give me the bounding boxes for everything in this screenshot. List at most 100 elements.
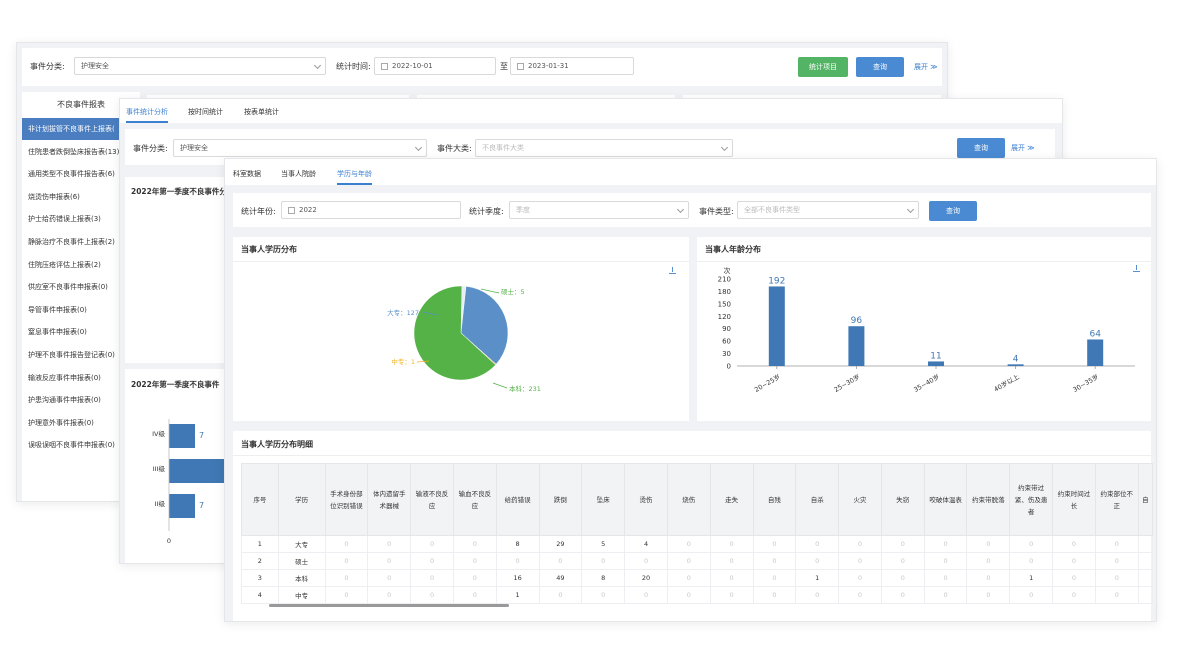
- card-title: 当事人学历分布: [241, 245, 297, 254]
- tab-by-form[interactable]: 按表单统计: [244, 107, 279, 117]
- level-label: III级: [153, 464, 166, 473]
- event-type-label: 事件类型:: [699, 207, 734, 216]
- level-label: II级: [155, 499, 166, 508]
- horizontal-scrollbar[interactable]: [269, 604, 509, 607]
- table-cell: [1137, 569, 1154, 587]
- pie-label: 中专：1: [391, 357, 415, 366]
- age-bar: [848, 326, 865, 366]
- table-cell: 4: [624, 535, 668, 553]
- stat-items-button[interactable]: 统计项目: [798, 57, 848, 77]
- x-tick-label: 30~35岁: [1071, 372, 1100, 394]
- table-header-cell: 序号: [241, 463, 279, 536]
- query-button[interactable]: 查询: [957, 138, 1005, 158]
- divider: [697, 261, 1151, 262]
- tab-event-analysis[interactable]: 事件统计分析: [126, 107, 168, 123]
- event-type-select[interactable]: 全部不良事件类型: [737, 201, 919, 219]
- table-cell: 0: [410, 586, 454, 604]
- table-cell: 0: [624, 552, 668, 570]
- age-card: 当事人年龄分布 次 0 30 60 90 120 150 180 210 192 20~25岁 96 2…: [697, 237, 1151, 421]
- table-cell: 0: [367, 535, 412, 553]
- table-cell: 0: [367, 586, 412, 604]
- card-title: 2022年第一季度不良事件分: [131, 187, 227, 196]
- table-cell: 0: [838, 535, 882, 553]
- date-to-field[interactable]: 2023-01-31: [510, 57, 634, 75]
- event-category-select[interactable]: 护理安全: [173, 139, 427, 157]
- quarter-card-1: 2022年第一季度不良事件分: [125, 177, 229, 363]
- y-tick-label: 210: [718, 276, 731, 284]
- table-row: 4 中专 0 0 0 0 1 0 0 0 0 0 0 0 0 0 0 0 0 0 0: [241, 586, 1154, 604]
- date-from-field[interactable]: 2022-10-01: [374, 57, 496, 75]
- bar-value-label: 96: [851, 316, 863, 326]
- table-header-row: 序号 学历 手术身份部位识别错误 体内遗留手术器械 输液不良反应 输血不良反应 给药错误 跌倒…: [241, 463, 1154, 536]
- table-header-cell: 烫伤: [624, 463, 668, 536]
- table-cell: 0: [1052, 535, 1096, 553]
- table-cell: 0: [795, 535, 840, 553]
- table-cell: 0: [452, 586, 497, 604]
- table-header-cell: 约束带过紧、伤及患者: [1009, 463, 1054, 536]
- table-cell: 0: [966, 569, 1011, 587]
- y-tick-label: 180: [718, 288, 731, 296]
- event-category-label: 事件分类:: [133, 144, 168, 153]
- table-cell: 0: [452, 552, 497, 570]
- pie-label: 大专：127: [387, 308, 419, 317]
- table-cell: 0: [410, 552, 454, 570]
- bar-value-label: 64: [1089, 329, 1101, 339]
- query-button[interactable]: 查询: [929, 201, 977, 221]
- table-cell: 0: [581, 586, 626, 604]
- table-cell: 0: [324, 552, 369, 570]
- tab-education-age[interactable]: 学历与年龄: [337, 169, 372, 185]
- table-header-cell: 坠床: [581, 463, 626, 536]
- tab-by-time[interactable]: 按时间统计: [188, 107, 223, 117]
- table-cell: 0: [709, 535, 754, 553]
- table-header-cell: 自残: [752, 463, 797, 536]
- table-header-cell: 跌倒: [538, 463, 583, 536]
- tab-bar: 事件统计分析 按时间统计 按表单统计: [120, 99, 1062, 123]
- x-tick-label: 20~25岁: [753, 372, 782, 394]
- table-cell: 0: [581, 552, 626, 570]
- level-bar: [169, 424, 195, 448]
- pie-label-line: [492, 382, 508, 389]
- bar-value-label: 4: [1013, 354, 1019, 364]
- expand-link[interactable]: 展开 ≫: [1011, 143, 1035, 153]
- y-tick-label: 90: [722, 325, 731, 333]
- year-field[interactable]: 2022: [281, 201, 461, 219]
- table-cell: 本科: [277, 569, 326, 587]
- chevron-down-icon: [313, 61, 322, 70]
- filter-bar: 事件分类: 护理安全 统计时间: 2022-10-01 至 2023-01-31…: [22, 48, 942, 86]
- table-header-cell: 走失: [709, 463, 754, 536]
- table-cell: 0: [410, 535, 454, 553]
- event-major-select[interactable]: 不良事件大类: [475, 139, 733, 157]
- table-cell: 0: [880, 535, 925, 553]
- table-header-cell: 自杀: [795, 463, 840, 536]
- table-header-cell: 火灾: [838, 463, 882, 536]
- table-cell: 0: [966, 552, 1011, 570]
- x-tick-label: 40岁以上: [992, 372, 1021, 394]
- tab-party-seniority[interactable]: 当事人院龄: [281, 169, 316, 179]
- level-bar-chart: IV级 7 III级 II级 7 0: [152, 419, 229, 545]
- table-cell: 0: [752, 535, 797, 553]
- table-row: 3 本科 0 0 0 0 16 49 8 20 0 0 0 1 0 0 0 0 1 0 0: [241, 569, 1154, 587]
- education-card: 当事人学历分布 硕士：5 大专：127 中专：1 本科：231: [233, 237, 689, 421]
- table-cell: 2: [241, 552, 279, 570]
- query-button[interactable]: 查询: [856, 57, 904, 77]
- table-cell: 4: [241, 586, 279, 604]
- table-cell: 0: [1009, 552, 1054, 570]
- level-label: IV级: [152, 429, 165, 438]
- year-label: 统计年份:: [241, 207, 276, 216]
- expand-link[interactable]: 展开 ≫: [914, 62, 938, 72]
- table-cell: 0: [1094, 569, 1139, 587]
- tab-department-data[interactable]: 科室数据: [233, 169, 261, 179]
- y-tick-label: 0: [727, 363, 731, 371]
- table-cell: 0: [1052, 569, 1096, 587]
- table-cell: 0: [367, 552, 412, 570]
- table-cell: 0: [923, 586, 968, 604]
- table-cell: 1: [241, 535, 279, 553]
- table-cell: 0: [538, 552, 583, 570]
- detail-table: 序号 学历 手术身份部位识别错误 体内遗留手术器械 输液不良反应 输血不良反应 给药错误 跌倒…: [241, 463, 1154, 604]
- quarter-select[interactable]: 季度: [509, 201, 689, 219]
- table-header-cell: 约束时间过长: [1052, 463, 1096, 536]
- quarter-card-2: 2022年第一季度不良事件 IV级 7 III级 II级 7 0: [125, 369, 229, 563]
- table-cell: 大专: [277, 535, 326, 553]
- table-header-cell: 给药错误: [495, 463, 540, 536]
- event-category-select[interactable]: 护理安全: [74, 57, 326, 75]
